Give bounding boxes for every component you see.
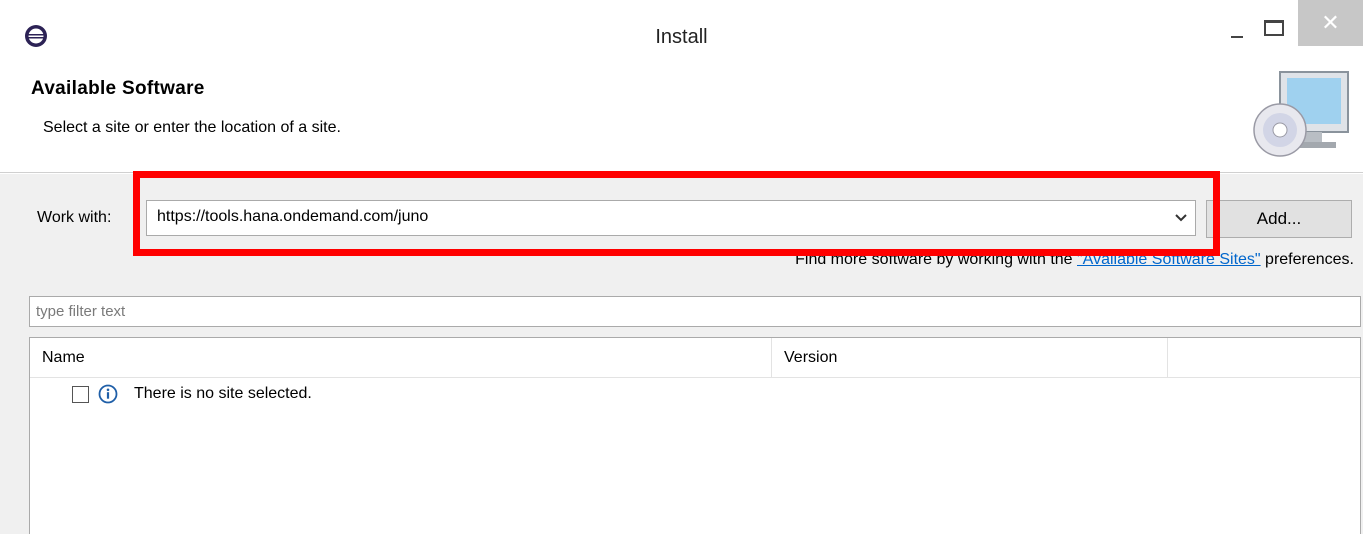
page-description: Select a site or enter the location of a… xyxy=(43,119,341,136)
row-text: There is no site selected. xyxy=(134,385,312,402)
close-button[interactable]: ✕ xyxy=(1298,0,1363,46)
add-button[interactable]: Add... xyxy=(1206,200,1352,238)
page-title: Available Software xyxy=(31,78,205,99)
find-more-suffix: preferences. xyxy=(1260,251,1354,268)
title-bar: Install ✕ xyxy=(0,0,1363,62)
software-tree[interactable]: Name Version There is no site selected. xyxy=(29,337,1361,534)
tree-header: Name Version xyxy=(30,338,1360,378)
filter-placeholder: type filter text xyxy=(36,303,126,320)
header-banner: Available Software Select a site or ente… xyxy=(0,62,1363,173)
column-name[interactable]: Name xyxy=(30,338,772,378)
work-with-label: Work with: xyxy=(37,209,112,226)
highlight-box xyxy=(133,171,1220,256)
column-extra[interactable] xyxy=(1168,338,1360,378)
minimize-button[interactable] xyxy=(1227,16,1249,38)
filter-input[interactable]: type filter text xyxy=(29,296,1361,327)
info-icon xyxy=(98,384,118,404)
row-checkbox[interactable] xyxy=(72,386,89,403)
computer-cd-icon xyxy=(1253,71,1349,157)
maximize-button[interactable] xyxy=(1264,20,1284,36)
window-title: Install xyxy=(655,26,708,48)
column-version[interactable]: Version xyxy=(772,338,1168,378)
